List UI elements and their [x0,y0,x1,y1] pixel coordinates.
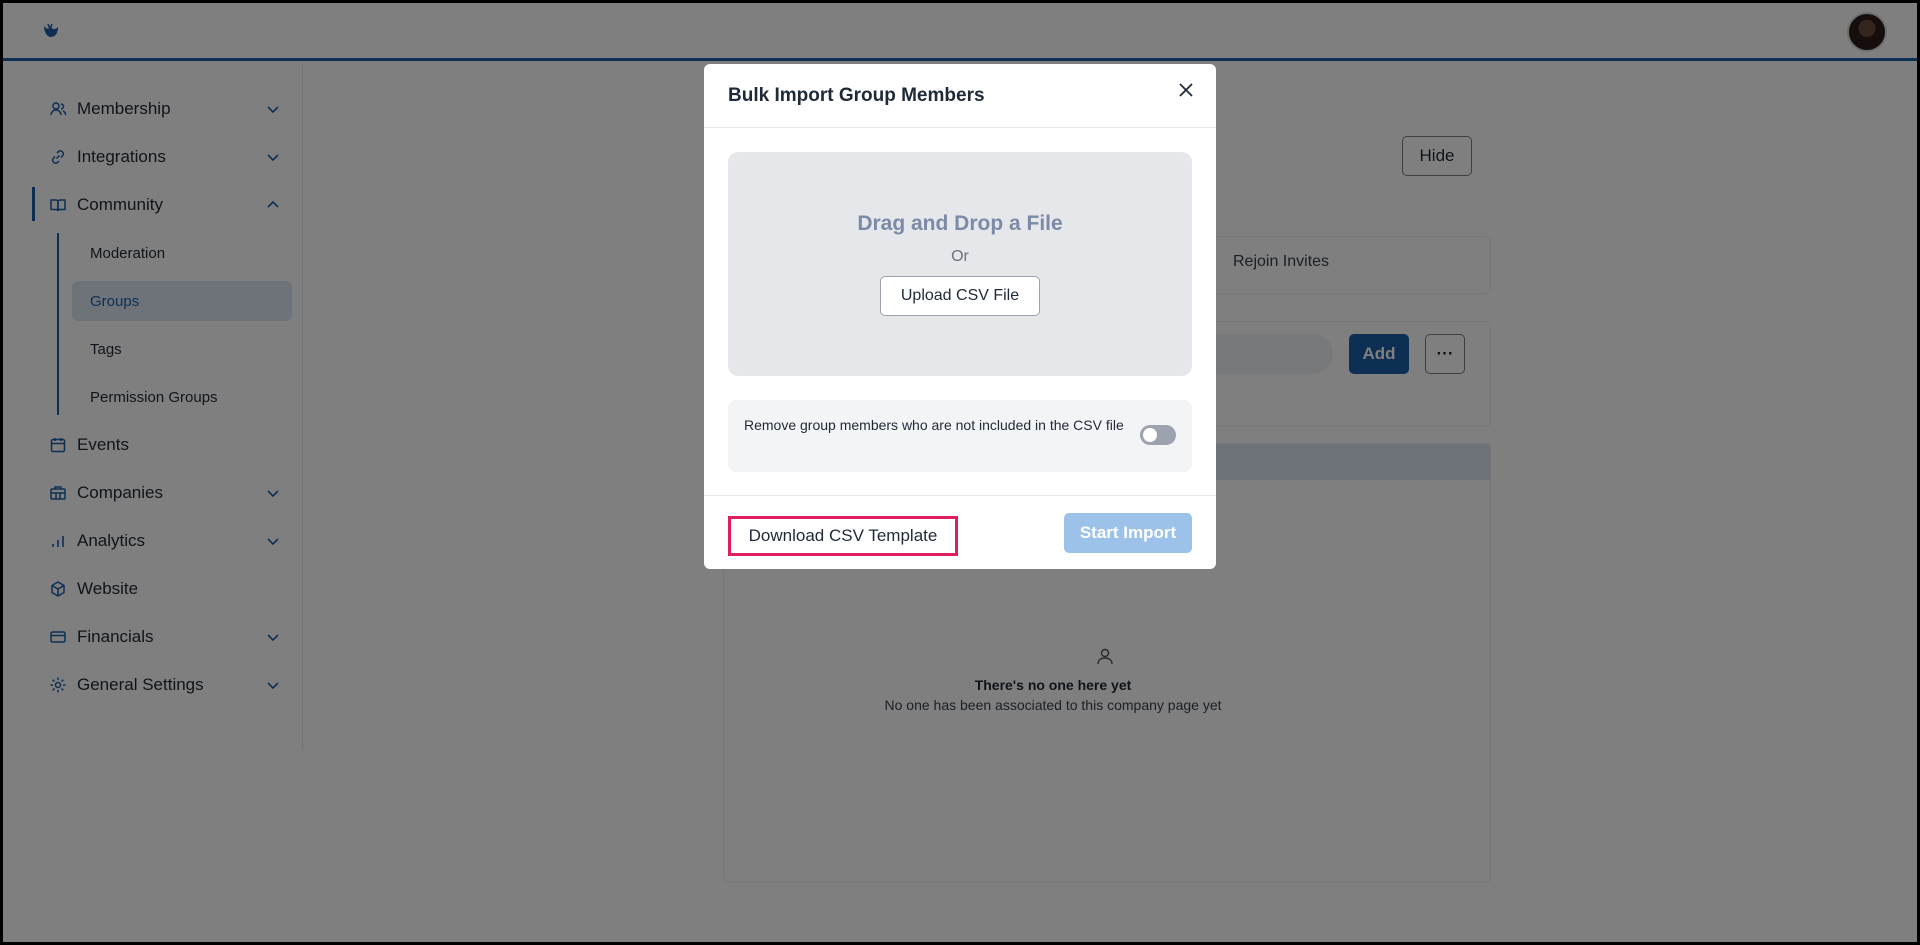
download-csv-template-label: Download CSV Template [748,526,938,545]
upload-csv-label: Upload CSV File [900,287,1020,304]
close-icon[interactable] [1176,80,1196,100]
app-window: Membership Integrations Community Modera… [3,3,1917,942]
dropzone-or: Or [951,248,969,265]
remove-members-label: Remove group members who are not include… [744,417,1124,433]
upload-csv-button[interactable]: Upload CSV File [880,276,1040,316]
file-dropzone[interactable]: Drag and Drop a File Or Upload CSV File [728,152,1192,376]
modal-header: Bulk Import Group Members [704,64,1216,128]
start-import-label: Start Import [1079,523,1177,542]
download-csv-template-button[interactable]: Download CSV Template [728,516,958,556]
bulk-import-modal: Bulk Import Group Members Drag and Drop … [704,64,1216,569]
dropzone-title: Drag and Drop a File [857,212,1063,235]
modal-footer: Download CSV Template Start Import [704,495,1216,569]
remove-members-toggle[interactable] [1140,425,1176,445]
start-import-button[interactable]: Start Import [1064,513,1192,553]
modal-title: Bulk Import Group Members [728,85,985,106]
remove-members-option: Remove group members who are not include… [728,400,1192,472]
